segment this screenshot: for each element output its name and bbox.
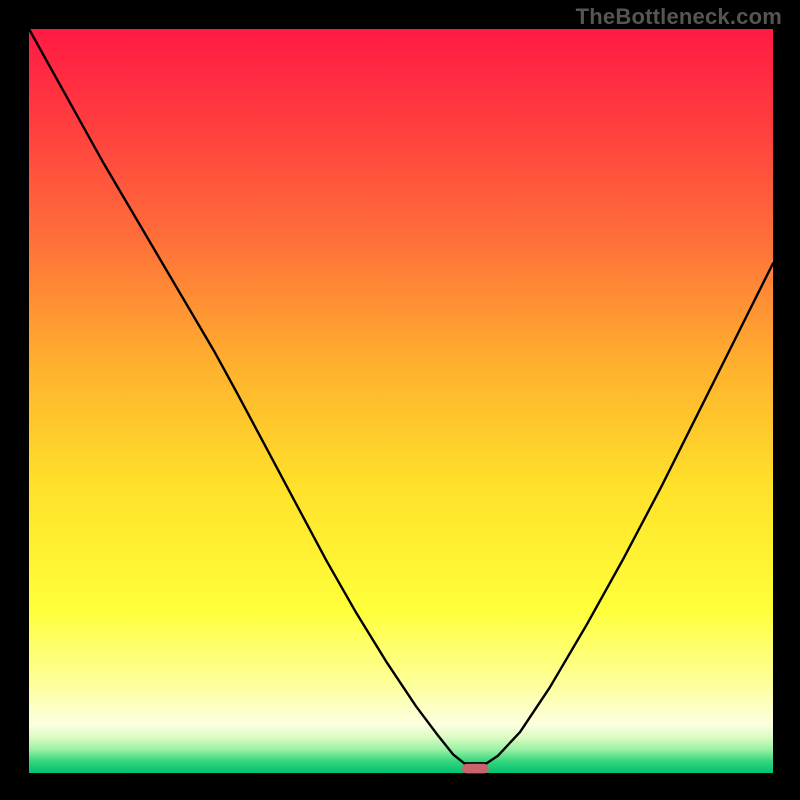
optimal-marker (462, 764, 489, 774)
watermark-label: TheBottleneck.com (576, 4, 782, 30)
bottleneck-chart (0, 0, 800, 800)
plot-background (29, 29, 773, 773)
chart-frame: TheBottleneck.com (0, 0, 800, 800)
